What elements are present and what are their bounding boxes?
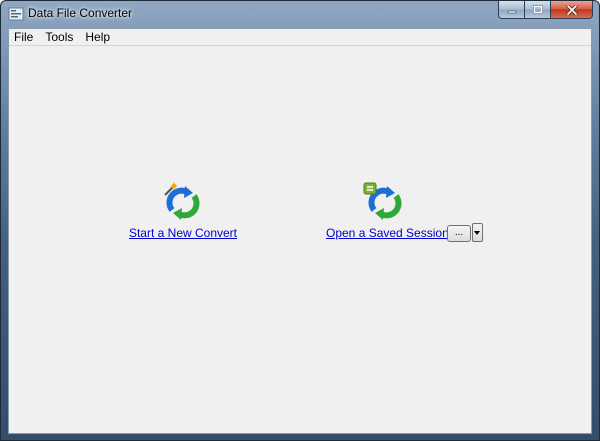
session-dropdown-button[interactable] — [472, 223, 483, 242]
menu-file[interactable]: File — [9, 29, 39, 45]
maximize-button[interactable] — [524, 1, 550, 19]
start-new-convert-link[interactable]: Start a New Convert — [129, 226, 237, 240]
client-area: File Tools Help Start a New Convert Open… — [8, 28, 592, 434]
close-icon — [566, 4, 577, 15]
browse-session-button[interactable]: ... — [447, 225, 471, 242]
window-title: Data File Converter — [28, 6, 133, 20]
close-button[interactable] — [550, 1, 593, 19]
app-window: Data File Converter File Tools Help Star… — [0, 0, 600, 441]
menu-bar: File Tools Help — [9, 29, 591, 46]
title-bar[interactable]: Data File Converter — [1, 1, 599, 29]
caption-buttons — [498, 1, 593, 20]
maximize-icon — [532, 5, 543, 14]
convert-wand-icon[interactable] — [161, 182, 205, 222]
open-saved-session-link[interactable]: Open a Saved Session — [326, 226, 449, 240]
minimize-button[interactable] — [498, 1, 524, 19]
minimize-icon — [507, 10, 516, 13]
app-icon — [8, 7, 24, 21]
new-convert-action: Start a New Convert — [127, 182, 239, 242]
open-session-action: Open a Saved Session — [326, 182, 449, 242]
menu-help[interactable]: Help — [79, 29, 116, 45]
menu-tools[interactable]: Tools — [39, 29, 79, 45]
convert-session-icon[interactable] — [363, 182, 407, 222]
